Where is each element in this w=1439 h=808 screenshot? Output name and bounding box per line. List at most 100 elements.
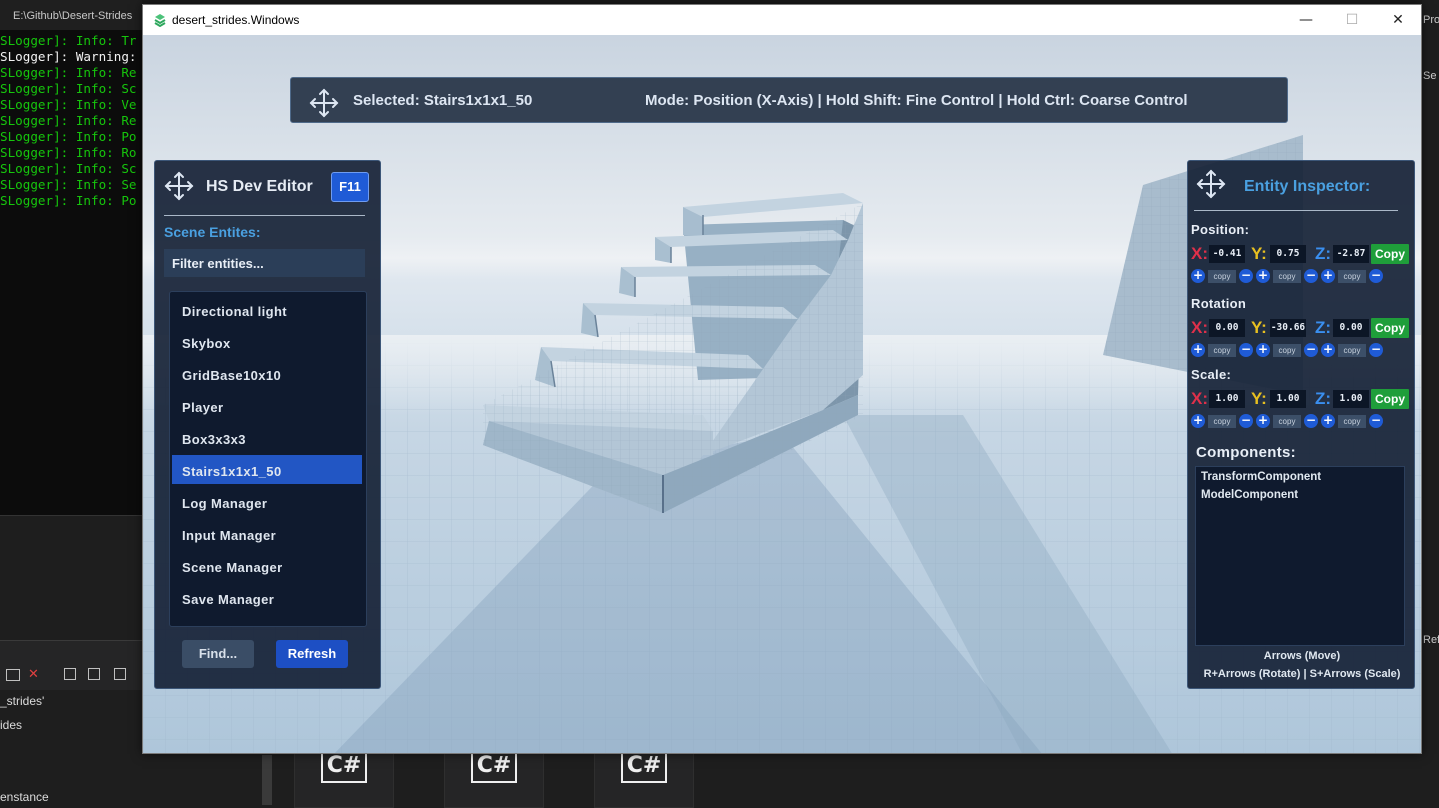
tree-icon[interactable] xyxy=(88,668,100,680)
find-button[interactable]: Find... xyxy=(182,640,254,668)
rotation-y-field[interactable]: -30.66 xyxy=(1270,319,1306,337)
csharp-file-tile[interactable]: C# xyxy=(294,752,394,808)
position-z-field[interactable]: -2.87 xyxy=(1333,245,1369,263)
axis-y-label: Y: xyxy=(1251,389,1267,408)
axis-x-label: X: xyxy=(1191,244,1208,263)
scale-label: Scale: xyxy=(1191,367,1232,382)
small-copy-button[interactable]: copy xyxy=(1208,415,1236,428)
small-copy-button[interactable]: copy xyxy=(1338,270,1366,283)
minus-icon[interactable]: − xyxy=(1369,343,1383,357)
plus-icon[interactable]: + xyxy=(1321,343,1335,357)
small-copy-button[interactable]: copy xyxy=(1273,270,1301,283)
3d-viewport[interactable]: Selected: Stairs1x1x1_50 Mode: Position … xyxy=(143,35,1421,753)
minus-icon[interactable]: − xyxy=(1369,414,1383,428)
position-y-field[interactable]: 0.75 xyxy=(1270,245,1306,263)
list-item[interactable]: ModelComponent xyxy=(1201,489,1298,501)
scale-copy-button[interactable]: Copy xyxy=(1371,389,1409,409)
entity-list-item[interactable]: Player xyxy=(172,391,362,420)
search-field-edge[interactable]: Se xyxy=(1423,70,1439,82)
small-copy-button[interactable]: copy xyxy=(1208,270,1236,283)
minus-icon[interactable]: − xyxy=(1369,269,1383,283)
close-icon[interactable]: ✕ xyxy=(28,666,39,682)
refresh-button[interactable]: Refresh xyxy=(276,640,348,668)
scene-entities-label: Scene Entites: xyxy=(164,224,261,240)
list-item[interactable]: TransformComponent xyxy=(1201,471,1321,483)
entity-list-item[interactable]: Trigger Manager xyxy=(172,615,362,626)
minus-icon[interactable]: − xyxy=(1304,414,1318,428)
entity-list-item[interactable]: Save Manager xyxy=(172,583,362,612)
console-line: SLogger]: Info: Sc xyxy=(0,161,137,176)
window-icon[interactable] xyxy=(6,669,20,681)
window-title: desert_strides.Windows xyxy=(172,13,300,27)
properties-tab[interactable]: Pro xyxy=(1423,14,1439,26)
console-log: SLogger]: Info: Tr SLogger]: Warning: SLog… xyxy=(0,33,142,209)
entity-list-item[interactable]: Log Manager xyxy=(172,487,362,516)
filter-entities-input[interactable] xyxy=(164,249,365,277)
console-line: SLogger]: Warning: xyxy=(0,49,137,64)
components-list[interactable]: TransformComponent ModelComponent xyxy=(1195,466,1405,646)
entity-list-item[interactable]: Skybox xyxy=(172,327,362,356)
console-line: SLogger]: Info: Re xyxy=(0,65,137,80)
plus-icon[interactable]: + xyxy=(1191,269,1205,283)
close-button[interactable]: ✕ xyxy=(1375,5,1421,35)
divider xyxy=(164,215,365,216)
console-line: SLogger]: Info: Ro xyxy=(0,145,137,160)
components-label: Components: xyxy=(1196,444,1296,461)
plus-icon[interactable]: + xyxy=(1256,269,1270,283)
console-line: SLogger]: Info: Po xyxy=(0,193,137,208)
axis-y-label: Y: xyxy=(1251,244,1267,263)
tree-icon[interactable] xyxy=(64,668,76,680)
csharp-file-tile[interactable]: C# xyxy=(594,752,694,808)
references-text: Refe xyxy=(1423,634,1439,646)
position-x-field[interactable]: -0.41 xyxy=(1209,245,1245,263)
entity-list[interactable]: Directional light Skybox GridBase10x10 Play… xyxy=(169,291,367,627)
small-copy-button[interactable]: copy xyxy=(1273,344,1301,357)
console-line: SLogger]: Info: Sc xyxy=(0,81,137,96)
inspector-title: Entity Inspector: xyxy=(1244,178,1371,195)
plus-icon[interactable]: + xyxy=(1191,343,1205,357)
minimize-button[interactable]: — xyxy=(1283,5,1329,35)
minus-icon[interactable]: − xyxy=(1304,343,1318,357)
entity-list-item[interactable]: Stairs1x1x1_50 xyxy=(172,455,362,484)
small-copy-button[interactable]: copy xyxy=(1273,415,1301,428)
small-copy-button[interactable]: copy xyxy=(1338,344,1366,357)
csharp-icon: C# xyxy=(471,753,517,783)
axis-z-label: Z: xyxy=(1315,389,1332,408)
plus-icon[interactable]: + xyxy=(1256,414,1270,428)
csharp-icon: C# xyxy=(621,753,667,783)
minus-icon[interactable]: − xyxy=(1239,269,1253,283)
divider xyxy=(1194,210,1398,211)
entity-list-item[interactable]: Scene Manager xyxy=(172,551,362,580)
maximize-button[interactable]: ☐ xyxy=(1329,5,1375,35)
position-copy-button[interactable]: Copy xyxy=(1371,244,1409,264)
title-bar[interactable]: desert_strides.Windows — ☐ ✕ xyxy=(143,5,1421,35)
plus-icon[interactable]: + xyxy=(1191,414,1205,428)
mode-hint-text: Mode: Position (X-Axis) | Hold Shift: Fi… xyxy=(645,92,1188,109)
tree-icon[interactable] xyxy=(114,668,126,680)
minus-icon[interactable]: − xyxy=(1239,414,1253,428)
rotation-copy-button[interactable]: Copy xyxy=(1371,318,1409,338)
entity-list-item[interactable]: Box3x3x3 xyxy=(172,423,362,452)
minus-icon[interactable]: − xyxy=(1239,343,1253,357)
entity-list-item[interactable]: Input Manager xyxy=(172,519,362,548)
small-copy-button[interactable]: copy xyxy=(1338,415,1366,428)
minus-icon[interactable]: − xyxy=(1304,269,1318,283)
entity-list-item[interactable]: Directional light xyxy=(172,295,362,324)
console-line: SLogger]: Info: Re xyxy=(0,113,137,128)
hotkey-badge[interactable]: F11 xyxy=(331,172,369,202)
axis-x-label: X: xyxy=(1191,318,1208,337)
rotation-x-field[interactable]: 0.00 xyxy=(1209,319,1245,337)
scale-z-field[interactable]: 1.00 xyxy=(1333,390,1369,408)
csharp-file-tile[interactable]: C# xyxy=(444,752,544,808)
scale-y-field[interactable]: 1.00 xyxy=(1270,390,1306,408)
plus-icon[interactable]: + xyxy=(1256,343,1270,357)
scale-x-field[interactable]: 1.00 xyxy=(1209,390,1245,408)
rotation-z-field[interactable]: 0.00 xyxy=(1333,319,1369,337)
app-icon xyxy=(154,14,166,27)
plus-icon[interactable]: + xyxy=(1321,414,1335,428)
entity-list-item[interactable]: GridBase10x10 xyxy=(172,359,362,388)
plus-icon[interactable]: + xyxy=(1321,269,1335,283)
small-copy-button[interactable]: copy xyxy=(1208,344,1236,357)
scrollbar[interactable] xyxy=(262,755,272,805)
axis-y-label: Y: xyxy=(1251,318,1267,337)
